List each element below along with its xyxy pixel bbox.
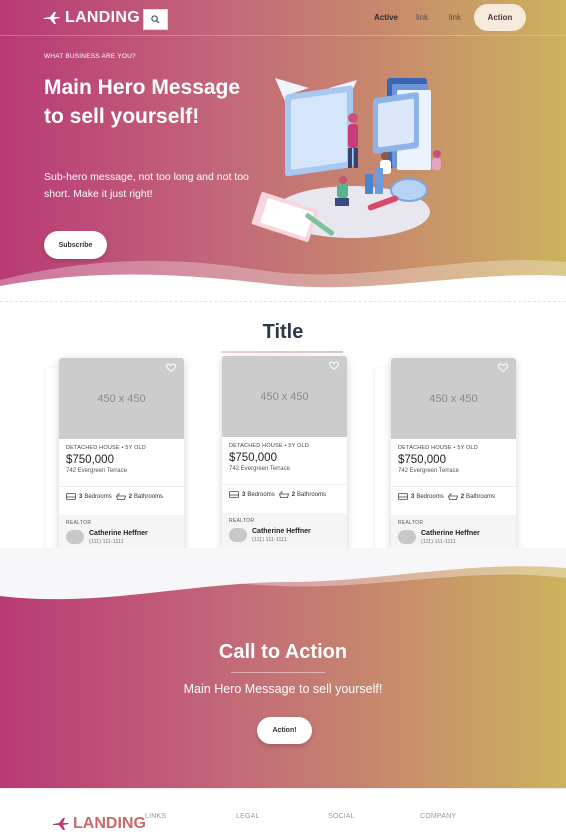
agent-phone: (111) 111-1111 — [89, 539, 124, 545]
realtor-label: REALTOR — [398, 520, 424, 526]
heart-icon[interactable] — [329, 361, 339, 370]
hero-title: Main Hero Message to sell yourself! — [44, 76, 241, 128]
section-title: Title — [262, 321, 304, 343]
bed-icon — [66, 493, 76, 500]
card-ghost-right — [375, 368, 391, 548]
agent-name[interactable]: Catherine Heffner — [89, 530, 148, 537]
listing-features: 3 Bedrooms 2 Bathrooms — [59, 486, 184, 515]
bedrooms-label: Bedrooms — [416, 493, 444, 500]
bed-icon — [229, 491, 239, 498]
section-divider — [0, 294, 566, 302]
listing-details: DETACHED HOUSE • 5Y OLD $750,000 742 Eve… — [59, 439, 184, 486]
listing-address: 742 Evergreen Terrace — [229, 466, 290, 472]
heart-icon[interactable] — [498, 363, 508, 372]
listing-details: DETACHED HOUSE • 5Y OLD $750,000 742 Eve… — [391, 439, 516, 486]
bedrooms-count: 3 — [411, 493, 415, 500]
plane-icon — [44, 12, 60, 24]
hero-subtitle: Sub-hero message, not too long and not t… — [44, 171, 249, 200]
hero-eyebrow: WHAT BUSINESS ARE YOU? — [44, 53, 136, 60]
footer-col-company[interactable]: COMPANY — [420, 813, 456, 820]
bathrooms-count: 2 — [128, 493, 133, 500]
listing-features: 3 Bedrooms 2 Bathrooms — [391, 486, 516, 515]
search-icon — [151, 15, 160, 24]
search-button[interactable] — [143, 9, 168, 30]
section-gap — [0, 548, 566, 560]
listing-price: $750,000 — [229, 452, 277, 464]
brand-logo[interactable]: LANDING — [44, 9, 140, 27]
agent-phone: (111) 111-1111 — [421, 539, 456, 545]
listing-features: 3 Bedrooms 2 Bathrooms — [222, 484, 347, 513]
plane-icon — [53, 818, 69, 830]
brand-logo-text: LANDING — [65, 9, 140, 26]
realtor-label: REALTOR — [66, 520, 92, 526]
hero-section: WHAT BUSINESS ARE YOU? Main Hero Message… — [0, 0, 566, 294]
bedrooms-feature: 3 Bedrooms — [398, 493, 444, 500]
listing-type: DETACHED HOUSE • 5Y OLD — [229, 443, 309, 449]
bedrooms-label: Bedrooms — [84, 493, 112, 500]
nav-link-active[interactable]: Active — [374, 13, 398, 22]
cta-action-button[interactable]: Action! — [257, 717, 312, 744]
listing-address: 742 Evergreen Terrace — [66, 468, 127, 474]
bathrooms-feature: 2 Bathrooms — [278, 491, 327, 498]
listing-card[interactable]: 450 x 450 DETACHED HOUSE • 5Y OLD $750,0… — [391, 358, 516, 553]
footer-col-social[interactable]: SOCIAL — [328, 813, 355, 820]
heart-icon[interactable] — [166, 363, 176, 372]
image-placeholder-text: 450 x 450 — [260, 390, 309, 403]
bedrooms-label: Bedrooms — [247, 491, 275, 498]
bathrooms-label: Bathrooms — [466, 493, 496, 500]
bathrooms-feature: 2 Bathrooms — [447, 493, 496, 500]
agent-name[interactable]: Catherine Heffner — [252, 528, 311, 535]
listing-card[interactable]: 450 x 450 DETACHED HOUSE • 5Y OLD $750,0… — [222, 356, 347, 551]
agent-name[interactable]: Catherine Heffner — [421, 530, 480, 537]
avatar — [66, 530, 84, 544]
bedrooms-count: 3 — [242, 491, 246, 498]
bathtub-icon — [278, 491, 289, 498]
image-placeholder-text: 450 x 450 — [97, 392, 146, 405]
nav-link-1[interactable]: link — [416, 13, 428, 22]
realtor-label: REALTOR — [229, 518, 255, 524]
title-underline — [221, 351, 343, 353]
top-nav: LANDING Active link link Action — [0, 0, 566, 36]
bedrooms-count: 3 — [79, 493, 83, 500]
cta-title: Call to Action — [218, 641, 348, 663]
listing-type: DETACHED HOUSE • 5Y OLD — [398, 445, 478, 451]
agent-phone: (111) 111-1111 — [252, 537, 287, 543]
listing-card[interactable]: 450 x 450 DETACHED HOUSE • 5Y OLD $750,0… — [59, 358, 184, 553]
nav-action-button[interactable]: Action — [474, 4, 526, 31]
bathtub-icon — [115, 493, 126, 500]
listing-address: 742 Evergreen Terrace — [398, 468, 459, 474]
bathtub-icon — [447, 493, 458, 500]
bathrooms-count: 2 — [460, 493, 465, 500]
realtor-section: REALTOR Catherine Heffner (111) 111-1111 — [222, 513, 347, 551]
hero-illustration — [251, 78, 441, 242]
listing-type: DETACHED HOUSE • 5Y OLD — [66, 445, 146, 451]
listing-price: $750,000 — [66, 454, 114, 466]
bedrooms-feature: 3 Bedrooms — [66, 493, 112, 500]
cta-underline — [231, 672, 325, 673]
bathrooms-feature: 2 Bathrooms — [115, 493, 164, 500]
footer-col-links[interactable]: LINKS — [145, 813, 166, 820]
listing-image: 450 x 450 — [59, 358, 184, 439]
subscribe-button[interactable]: Subscribe — [44, 231, 107, 259]
bathrooms-label: Bathrooms — [297, 491, 327, 498]
bedrooms-feature: 3 Bedrooms — [229, 491, 275, 498]
footer: LANDING LINKS LEGAL SOCIAL COMPANY — [0, 788, 566, 835]
cta-subtitle: Main Hero Message to sell yourself! — [183, 682, 383, 696]
bed-icon — [398, 493, 408, 500]
listing-price: $750,000 — [398, 454, 446, 466]
image-placeholder-text: 450 x 450 — [429, 392, 478, 405]
avatar — [229, 528, 247, 542]
bathrooms-label: Bathrooms — [134, 493, 164, 500]
footer-logo-text[interactable]: LANDING — [73, 815, 146, 833]
nav-link-2[interactable]: link — [449, 13, 461, 22]
listing-details: DETACHED HOUSE • 5Y OLD $750,000 742 Eve… — [222, 437, 347, 484]
listing-image: 450 x 450 — [391, 358, 516, 439]
cta-wave — [0, 560, 566, 600]
bathrooms-count: 2 — [291, 491, 296, 498]
avatar — [398, 530, 416, 544]
footer-col-legal[interactable]: LEGAL — [236, 813, 260, 820]
listing-image: 450 x 450 — [222, 356, 347, 437]
cta-section — [0, 560, 566, 788]
